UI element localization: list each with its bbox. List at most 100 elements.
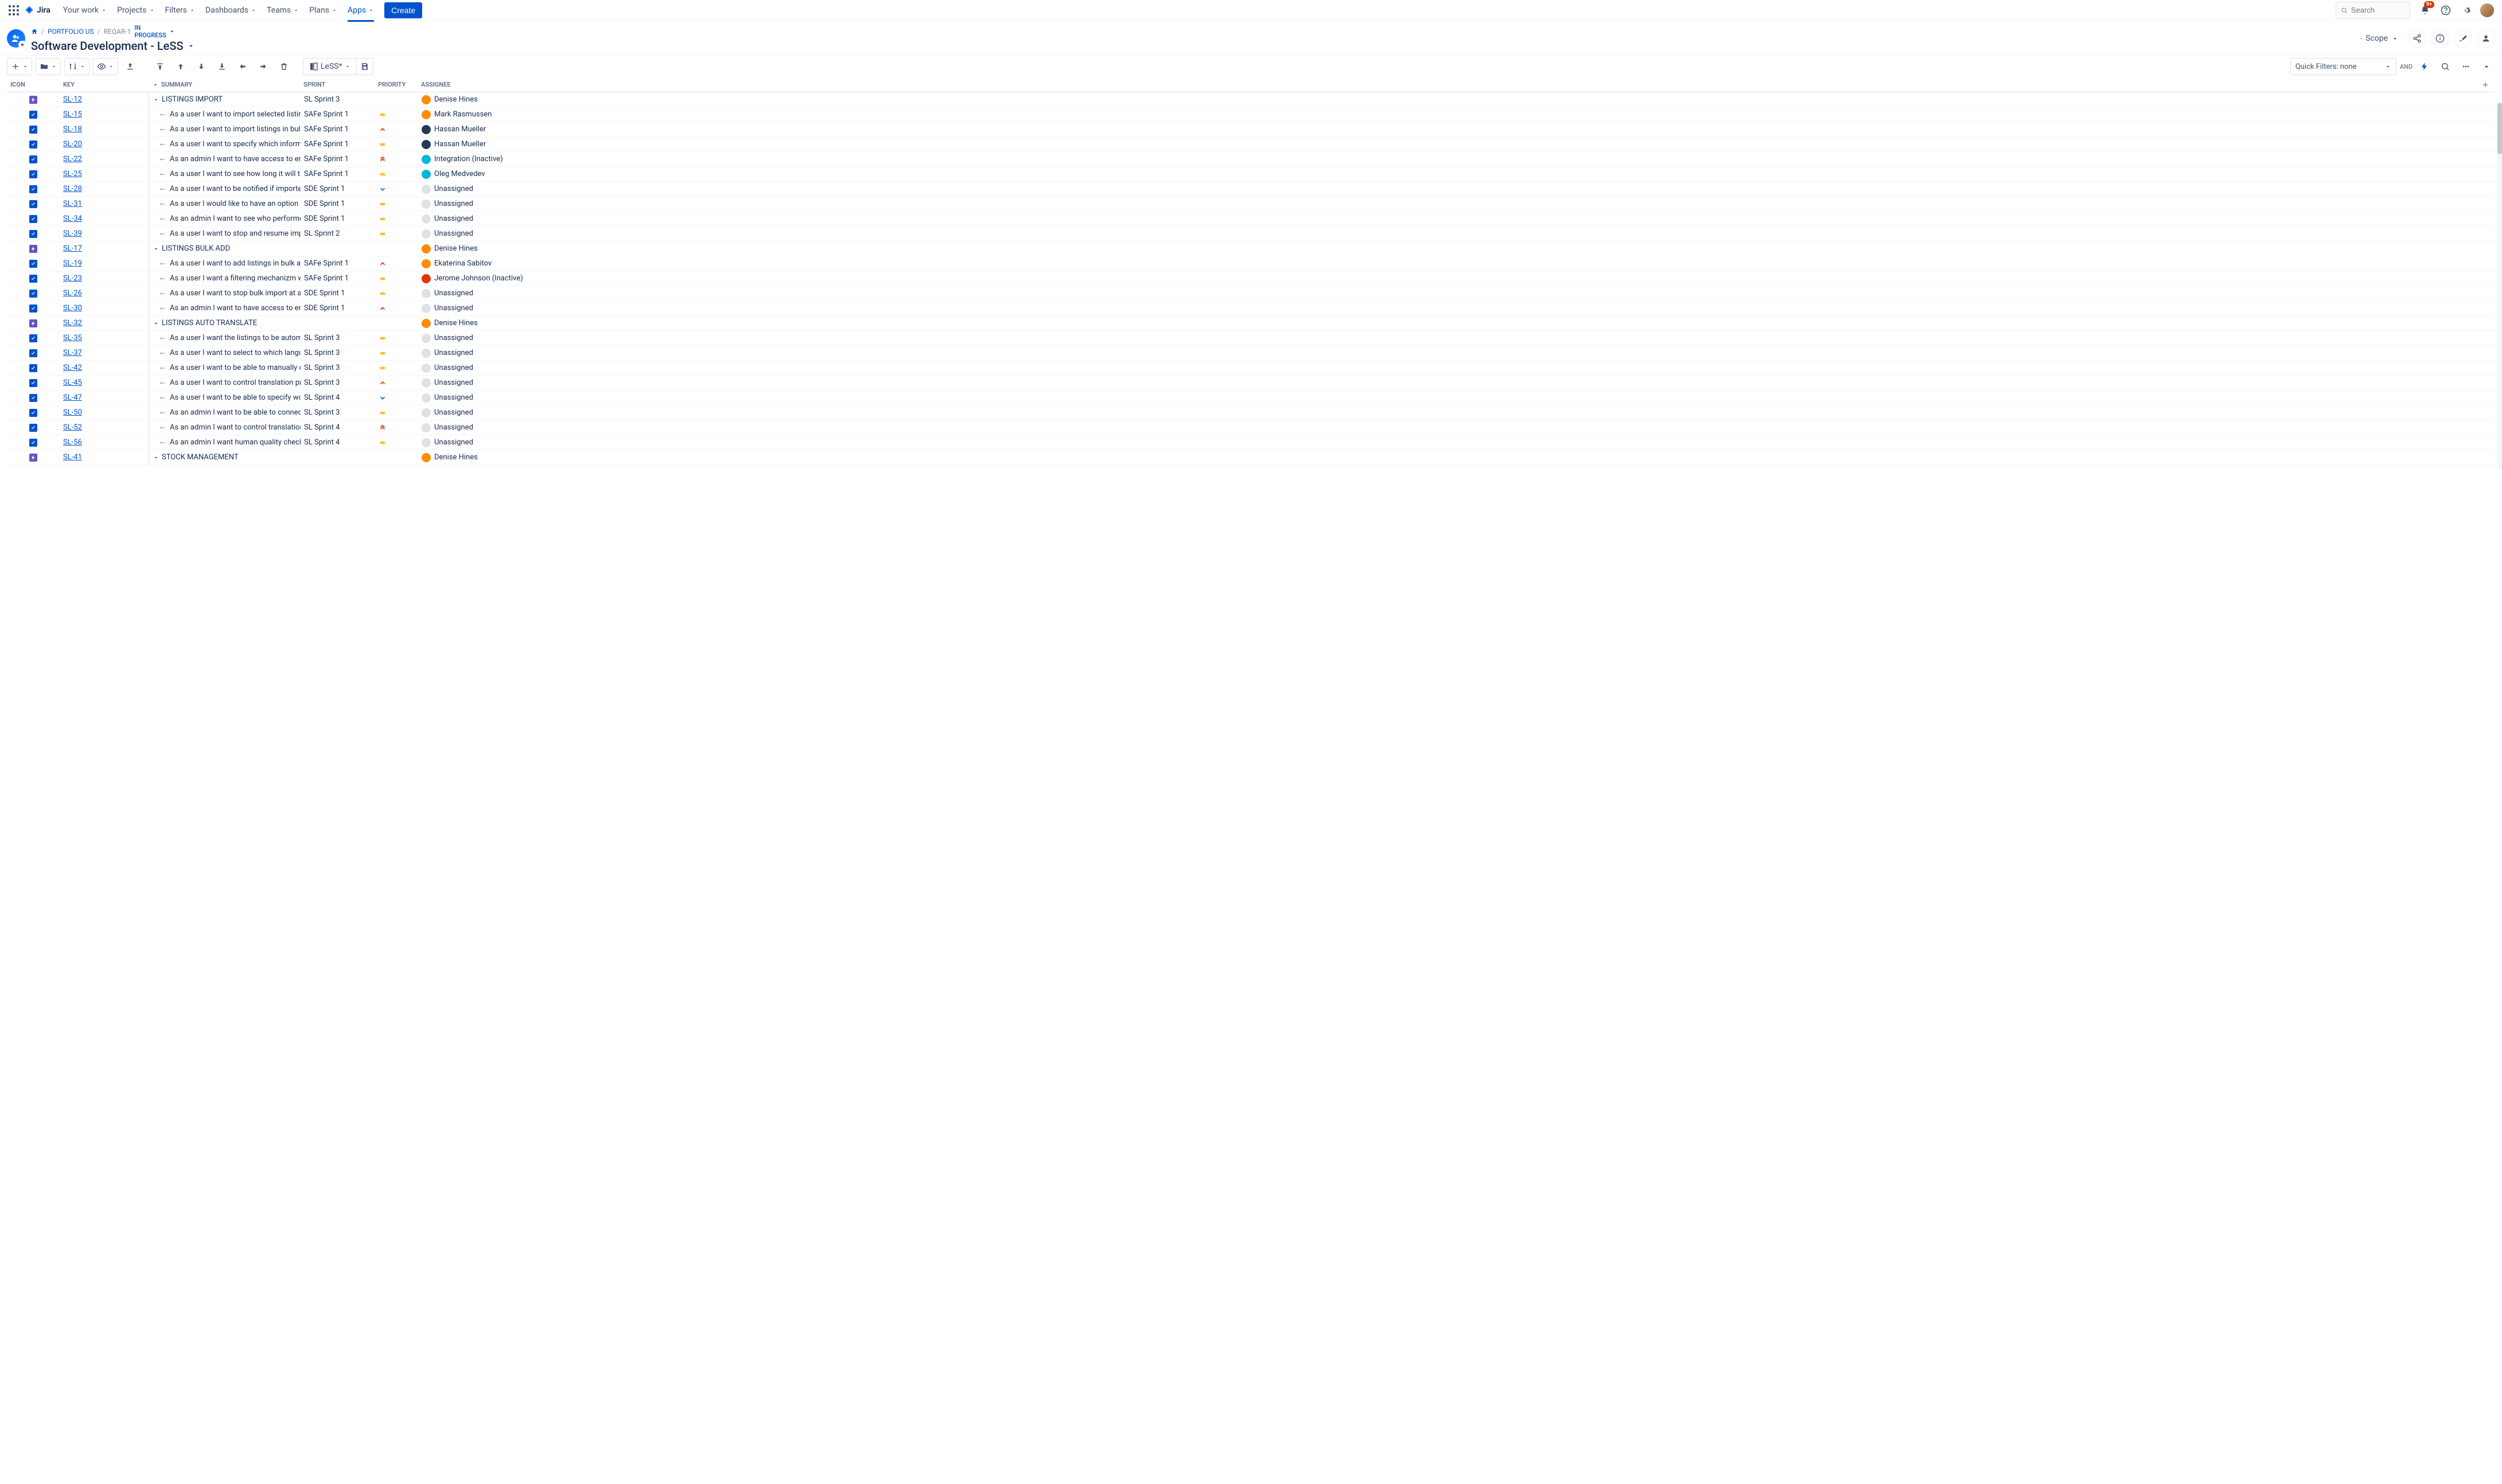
issue-summary[interactable]: As a user I want a filtering mechanizm w… bbox=[149, 274, 301, 283]
issue-assignee[interactable]: Unassigned bbox=[418, 364, 2478, 373]
table-row[interactable]: SL-56As an admin I want human quality ch… bbox=[7, 435, 2495, 450]
add-column-button[interactable] bbox=[2478, 81, 2495, 89]
nav-item-teams[interactable]: Teams bbox=[262, 2, 303, 18]
issue-key-link[interactable]: SL-26 bbox=[63, 289, 82, 298]
home-icon[interactable] bbox=[31, 28, 38, 35]
issue-key-link[interactable]: SL-18 bbox=[63, 125, 82, 134]
help-button[interactable] bbox=[2438, 2, 2454, 18]
nav-item-dashboards[interactable]: Dashboards bbox=[201, 2, 261, 18]
table-row[interactable]: SL-31 As a user I would like to have an o… bbox=[7, 197, 2495, 212]
table-row[interactable]: SL-41STOCK MANAGEMENTDenise Hines bbox=[7, 450, 2495, 465]
issue-assignee[interactable]: Unassigned bbox=[418, 349, 2478, 358]
issue-key-link[interactable]: SL-15 bbox=[63, 110, 82, 119]
issue-assignee[interactable]: Unassigned bbox=[418, 289, 2478, 298]
info-button[interactable] bbox=[2431, 29, 2449, 48]
table-row[interactable]: SL-47 As a user I want to be able to spec… bbox=[7, 390, 2495, 405]
table-row[interactable]: SL-20As a user I want to specify which i… bbox=[7, 137, 2495, 152]
issue-summary[interactable]: STOCK MANAGEMENT bbox=[149, 453, 301, 462]
table-row[interactable]: SL-15 As a user I want to import selected… bbox=[7, 107, 2495, 122]
issue-key-link[interactable]: SL-35 bbox=[63, 334, 82, 342]
issue-summary[interactable]: As a user I want to be notified if impor… bbox=[149, 185, 301, 193]
issue-assignee[interactable]: Unassigned bbox=[418, 423, 2478, 432]
notifications-button[interactable]: 9+ bbox=[2417, 2, 2433, 18]
col-header-summary[interactable]: SUMMARY bbox=[149, 81, 300, 88]
issue-assignee[interactable]: Unassigned bbox=[418, 185, 2478, 194]
issue-assignee[interactable]: Jerome Johnson (Inactive) bbox=[418, 274, 2478, 283]
issue-key-link[interactable]: SL-56 bbox=[63, 438, 82, 447]
table-row[interactable]: SL-32 LISTINGS AUTO TRANSLATE Denise Hines bbox=[7, 316, 2495, 331]
configure-button[interactable] bbox=[2454, 29, 2472, 48]
table-row[interactable]: SL-42 As a user I want to be able to manu… bbox=[7, 361, 2495, 376]
nav-item-projects[interactable]: Projects bbox=[112, 2, 159, 18]
issue-assignee[interactable]: Oleg Medvedev bbox=[418, 170, 2478, 179]
issue-key-link[interactable]: SL-37 bbox=[63, 349, 82, 357]
status-badge[interactable]: IN PROGRESS bbox=[134, 24, 176, 39]
col-header-key[interactable]: KEY bbox=[60, 81, 149, 88]
nav-item-apps[interactable]: Apps bbox=[343, 2, 379, 18]
table-row[interactable]: SL-19 As a user I want to add listings in… bbox=[7, 256, 2495, 271]
profile-avatar[interactable] bbox=[2479, 2, 2495, 18]
issue-key-link[interactable]: SL-12 bbox=[63, 95, 82, 104]
issue-assignee[interactable]: Unassigned bbox=[418, 438, 2478, 447]
issue-key-link[interactable]: SL-23 bbox=[63, 274, 82, 283]
issue-key-link[interactable]: SL-50 bbox=[63, 408, 82, 417]
create-button[interactable]: Create bbox=[384, 2, 422, 18]
issue-assignee[interactable]: Denise Hines bbox=[418, 244, 2478, 253]
table-row[interactable]: SL-18As a user I want to import listings… bbox=[7, 122, 2495, 137]
issue-summary[interactable]: As a user I want to select to which lang… bbox=[149, 349, 301, 357]
issue-assignee[interactable]: Unassigned bbox=[418, 214, 2478, 224]
table-row[interactable]: SL-35As a user I want the listings to be… bbox=[7, 331, 2495, 346]
breadcrumb-portfolio[interactable]: PORTFOLIO US bbox=[48, 28, 94, 36]
col-header-icon[interactable]: ICON bbox=[7, 81, 60, 88]
issue-key-link[interactable]: SL-20 bbox=[63, 140, 82, 149]
more-button[interactable] bbox=[2457, 58, 2474, 75]
chevron-down-icon[interactable] bbox=[153, 96, 159, 103]
issue-summary[interactable]: As a user I want to add listings in bulk… bbox=[149, 259, 301, 268]
issue-key-link[interactable]: SL-39 bbox=[63, 229, 82, 238]
page-title[interactable]: Software Development - LeSS bbox=[31, 39, 195, 53]
share-button[interactable] bbox=[2408, 29, 2426, 48]
chevron-down-icon[interactable] bbox=[153, 454, 159, 461]
issue-assignee[interactable]: Unassigned bbox=[418, 408, 2478, 417]
issue-key-link[interactable]: SL-41 bbox=[63, 453, 82, 462]
issue-summary[interactable]: LISTINGS IMPORT bbox=[149, 95, 301, 104]
folder-button[interactable] bbox=[36, 58, 61, 75]
quick-filter-selector[interactable]: Quick Filters: none bbox=[2290, 58, 2396, 75]
issue-key-link[interactable]: SL-25 bbox=[63, 170, 82, 178]
issue-summary[interactable]: As a user I want to control translation … bbox=[149, 378, 301, 387]
toolbar-search-button[interactable] bbox=[2437, 58, 2454, 75]
issue-assignee[interactable]: Unassigned bbox=[418, 334, 2478, 343]
issue-assignee[interactable]: Integration (Inactive) bbox=[418, 155, 2478, 164]
add-button[interactable] bbox=[7, 58, 32, 75]
issue-summary[interactable]: As a user I would like to have an option… bbox=[149, 200, 301, 208]
issue-summary[interactable]: As a user I want to be able to manually … bbox=[149, 364, 301, 372]
issue-key-link[interactable]: SL-42 bbox=[63, 364, 82, 372]
issue-key-link[interactable]: SL-32 bbox=[63, 319, 82, 327]
issue-summary[interactable]: LISTINGS AUTO TRANSLATE bbox=[149, 319, 301, 327]
issue-key-link[interactable]: SL-47 bbox=[63, 393, 82, 402]
issue-summary[interactable]: As an admin I want to control translatio… bbox=[149, 423, 301, 432]
move-top-button[interactable] bbox=[151, 58, 169, 75]
issue-assignee[interactable]: Ekaterina Sabitov bbox=[418, 259, 2478, 268]
issue-summary[interactable]: LISTINGS BULK ADD bbox=[149, 244, 301, 253]
issue-key-link[interactable]: SL-31 bbox=[63, 200, 82, 208]
issue-key-link[interactable]: SL-52 bbox=[63, 423, 82, 432]
move-down-button[interactable] bbox=[193, 58, 210, 75]
issue-key-link[interactable]: SL-28 bbox=[63, 185, 82, 193]
nav-item-filters[interactable]: Filters bbox=[161, 2, 200, 18]
table-row[interactable]: SL-30As an admin I want to have access t… bbox=[7, 301, 2495, 316]
issue-summary[interactable]: As an admin I want to see who performed … bbox=[149, 214, 301, 223]
col-header-sprint[interactable]: SPRINT bbox=[300, 81, 375, 88]
bolt-button[interactable] bbox=[2416, 58, 2433, 75]
table-row[interactable]: SL-28 As a user I want to be notified if … bbox=[7, 182, 2495, 197]
table-row[interactable]: SL-17LISTINGS BULK ADDDenise Hines bbox=[7, 241, 2495, 256]
search-input[interactable] bbox=[2336, 2, 2410, 19]
issue-summary[interactable]: As a user I want to be able to specify w… bbox=[149, 393, 301, 402]
move-up-button[interactable] bbox=[172, 58, 189, 75]
issue-key-link[interactable]: SL-19 bbox=[63, 259, 82, 268]
issue-summary[interactable]: As a user I want to import selected list… bbox=[149, 110, 301, 119]
col-header-priority[interactable]: PRIORITY bbox=[375, 81, 418, 88]
issue-assignee[interactable]: Denise Hines bbox=[418, 319, 2478, 328]
app-switcher-icon[interactable] bbox=[7, 3, 21, 17]
issue-key-link[interactable]: SL-34 bbox=[63, 214, 82, 223]
